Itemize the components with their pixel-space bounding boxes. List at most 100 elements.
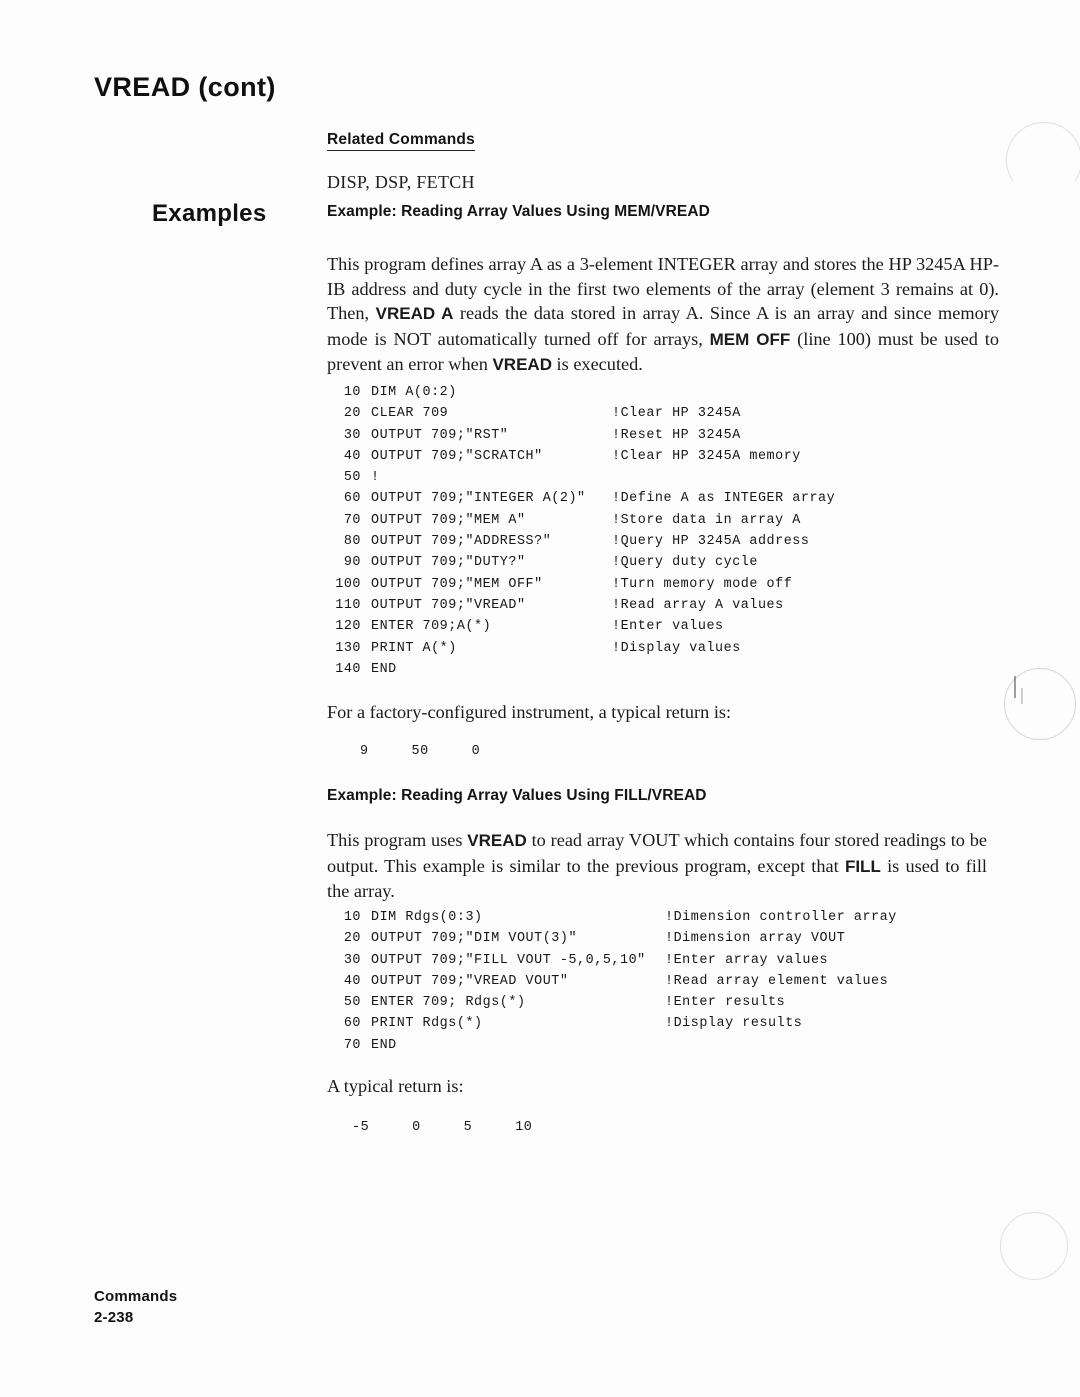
code-statement: OUTPUT 709;"ADDRESS?" <box>371 534 552 550</box>
example-2-description: This program uses VREAD to read array VO… <box>327 830 987 902</box>
code-line-number: 140 <box>335 661 361 677</box>
code-line: 130 PRINT A(*) !Display values <box>327 641 927 662</box>
example-2-return-intro: A typical return is: <box>327 1076 464 1096</box>
code-comment: !Enter array values <box>665 952 829 968</box>
code-statement: OUTPUT 709;"MEM OFF" <box>371 576 543 592</box>
example-2-heading: Example: Reading Array Values Using FILL… <box>327 787 707 804</box>
code-line: 90 OUTPUT 709;"DUTY?" !Query duty cycle <box>327 555 927 576</box>
code-comment: !Clear HP 3245A memory <box>612 448 801 464</box>
code-line: 50 ENTER 709; Rdgs(*) !Enter results <box>327 995 967 1016</box>
code-line: 110 OUTPUT 709;"VREAD" !Read array A value… <box>327 598 927 619</box>
code-line-number: 70 <box>343 1037 361 1053</box>
example-1-code-listing: 10 DIM A(0:2) 20 CLEAR 709 !Clear HP 3245A 30… <box>327 385 927 683</box>
section-label-examples: Examples <box>152 200 267 227</box>
code-statement: END <box>371 1037 397 1053</box>
scan-artifact-mark-secondary <box>1021 688 1023 704</box>
code-line-number: 60 <box>343 1016 361 1032</box>
code-statement: END <box>371 661 397 677</box>
code-line: 40 OUTPUT 709;"SCRATCH" !Clear HP 3245A me… <box>327 449 927 470</box>
code-statement: OUTPUT 709;"DIM VOUT(3)" <box>371 931 578 947</box>
code-statement: OUTPUT 709;"DUTY?" <box>371 555 526 571</box>
code-line-number: 30 <box>343 427 361 443</box>
code-statement: CLEAR 709 <box>371 406 449 422</box>
code-line: 30 OUTPUT 709;"RST" !Reset HP 3245A <box>327 428 927 449</box>
scan-artifact-top-right <box>1006 122 1080 182</box>
code-statement: ENTER 709; Rdgs(*) <box>371 995 526 1011</box>
code-line-number: 10 <box>343 910 361 925</box>
code-line: 10 DIM Rdgs(0:3) !Dimension controller arr… <box>327 910 967 931</box>
manual-page: VREAD (cont) Examples Related Commands D… <box>0 0 1080 1397</box>
code-line: 100 OUTPUT 709;"MEM OFF" !Turn memory mode… <box>327 577 927 598</box>
code-line-number: 60 <box>343 491 361 507</box>
code-line: 40 OUTPUT 709;"VREAD VOUT" !Read array ele… <box>327 974 967 995</box>
code-comment: !Display results <box>665 1016 803 1032</box>
code-line-number: 70 <box>343 512 361 528</box>
code-line-number: 50 <box>343 995 361 1011</box>
code-line: 30 OUTPUT 709;"FILL VOUT -5,0,5,10" !Enter… <box>327 953 967 974</box>
code-statement: ENTER 709;A(*) <box>371 619 492 635</box>
code-line: 140 END <box>327 662 927 683</box>
code-line: 70 OUTPUT 709;"MEM A" !Store data in array… <box>327 513 927 534</box>
code-line-number: 90 <box>343 555 361 571</box>
code-line: 80 OUTPUT 709;"ADDRESS?" !Query HP 3245A a… <box>327 534 927 555</box>
code-comment: !Reset HP 3245A <box>612 427 741 443</box>
footer-section: Commands <box>94 1288 178 1305</box>
code-line-number: 50 <box>343 470 361 486</box>
related-commands-list: DISP, DSP, FETCH <box>327 172 475 192</box>
code-comment: !Read array A values <box>612 597 784 613</box>
page-title: VREAD (cont) <box>94 72 276 102</box>
code-comment: !Dimension array VOUT <box>665 931 846 947</box>
code-statement: DIM Rdgs(0:3) <box>371 910 483 925</box>
code-statement: PRINT A(*) <box>371 640 457 656</box>
code-line: 50! <box>327 470 927 491</box>
code-line-number: 130 <box>335 640 361 656</box>
code-comment: !Display values <box>612 640 741 656</box>
code-comment: !Query HP 3245A address <box>612 534 810 550</box>
code-line-number: 20 <box>343 931 361 947</box>
code-line-number: 40 <box>343 448 361 464</box>
code-line-number: 110 <box>335 597 361 613</box>
code-statement: DIM A(0:2) <box>371 385 457 400</box>
code-statement: OUTPUT 709;"INTEGER A(2)" <box>371 491 586 507</box>
code-statement: OUTPUT 709;"VREAD VOUT" <box>371 973 569 989</box>
code-comment: !Define A as INTEGER array <box>612 491 836 507</box>
code-line-number: 30 <box>343 952 361 968</box>
code-comment: !Clear HP 3245A <box>612 406 741 422</box>
example-2-code-listing: 10 DIM Rdgs(0:3) !Dimension controller arr… <box>327 910 967 1059</box>
code-line-number: 100 <box>335 576 361 592</box>
code-line-number: 120 <box>335 619 361 635</box>
code-comment: !Turn memory mode off <box>612 576 793 592</box>
code-line: 70 END <box>327 1038 967 1059</box>
code-line: 60 PRINT Rdgs(*) !Display results <box>327 1016 967 1037</box>
code-comment: !Dimension controller array <box>665 910 897 925</box>
example-2-return-values: -5 0 5 10 <box>352 1120 533 1135</box>
example-1-description: This program defines array A as a 3-elem… <box>327 254 999 375</box>
code-statement: OUTPUT 709;"RST" <box>371 427 509 443</box>
code-comment: !Enter values <box>612 619 724 635</box>
code-statement: PRINT Rdgs(*) <box>371 1016 483 1032</box>
code-line: 120 ENTER 709;A(*) !Enter values <box>327 619 927 640</box>
code-statement: OUTPUT 709;"VREAD" <box>371 597 526 613</box>
code-comment: !Query duty cycle <box>612 555 758 571</box>
example-1-return-intro: For a factory-configured instrument, a t… <box>327 702 732 722</box>
code-line-number: 10 <box>343 385 361 400</box>
example-1-return-values: 9 50 0 <box>360 744 481 759</box>
code-comment: !Enter results <box>665 995 786 1011</box>
footer-page-number: 2-238 <box>94 1309 134 1326</box>
scan-artifact-bottom-right <box>1000 1212 1068 1280</box>
code-line-number: 40 <box>343 973 361 989</box>
code-line: 60 OUTPUT 709;"INTEGER A(2)" !Define A as … <box>327 491 927 512</box>
code-line: 10 DIM A(0:2) <box>327 385 927 406</box>
related-commands-heading: Related Commands <box>327 131 475 151</box>
code-comment: !Store data in array A <box>612 512 801 528</box>
code-line-number: 20 <box>343 406 361 422</box>
code-line: 20 OUTPUT 709;"DIM VOUT(3)" !Dimension arr… <box>327 931 967 952</box>
code-comment: !Read array element values <box>665 973 889 989</box>
scan-artifact-mark <box>1014 676 1016 698</box>
code-statement: ! <box>371 470 380 486</box>
example-1-heading: Example: Reading Array Values Using MEM/… <box>327 203 710 220</box>
code-statement: OUTPUT 709;"SCRATCH" <box>371 448 543 464</box>
scan-artifact-middle-right <box>1004 668 1076 740</box>
code-line: 20 CLEAR 709 !Clear HP 3245A <box>327 406 927 427</box>
code-statement: OUTPUT 709;"FILL VOUT -5,0,5,10" <box>371 952 646 968</box>
